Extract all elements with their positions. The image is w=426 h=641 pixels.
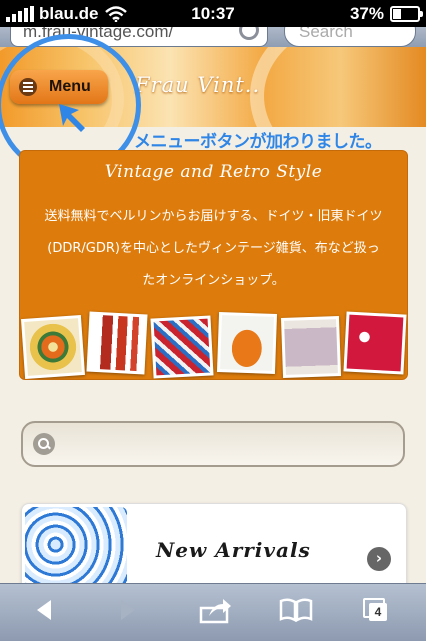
site-search-input[interactable] — [21, 421, 405, 467]
browser-search-field[interactable]: Search — [284, 27, 416, 47]
new-arrivals-title: New Arrivals — [156, 538, 311, 562]
photo-red-flowers[interactable] — [343, 311, 407, 375]
photo-fabric[interactable] — [150, 315, 214, 379]
annotation-arrow-icon — [59, 104, 85, 132]
bookmarks-icon[interactable] — [279, 598, 313, 622]
search-icon — [33, 433, 55, 455]
share-icon[interactable] — [199, 598, 233, 624]
tab-count: 4 — [369, 603, 387, 621]
tabs-icon[interactable]: 4 — [363, 598, 387, 621]
intro-title: Vintage and Retro Style — [104, 162, 323, 182]
intro-line: (DDR/GDR)を中心としたヴィンテージ雑貨、布など扱っ — [47, 241, 380, 256]
intro-line: 送料無料でベルリンからお届けする、ドイツ・旧東ドイツ — [44, 209, 383, 224]
reload-icon[interactable] — [239, 27, 259, 40]
battery-icon — [390, 6, 423, 22]
status-bar: blau.de 10:37 37% — [0, 0, 426, 27]
intro-description: 送料無料でベルリンからお届けする、ドイツ・旧東ドイツ (DDR/GDR)を中心と… — [20, 201, 407, 297]
intro-line: たオンラインショップ。 — [142, 273, 285, 288]
photo-dress[interactable] — [280, 316, 342, 378]
forward-icon[interactable] — [117, 598, 139, 622]
photo-strip — [20, 311, 407, 379]
photo-orange-jar[interactable] — [216, 312, 278, 374]
photo-flower-plate[interactable] — [20, 314, 86, 379]
intro-card: Vintage and Retro Style 送料無料でベルリンからお届けする… — [19, 150, 408, 380]
search-placeholder: Search — [299, 27, 353, 41]
photo-matryoshka[interactable] — [86, 311, 148, 375]
browser-toolbar: 4 — [0, 583, 426, 641]
battery-percent: 37% — [349, 4, 384, 23]
annotation-text: メニューボタンが加わりました。 — [134, 132, 382, 152]
site-logo[interactable]: Frau Vint.. — [135, 73, 260, 97]
chevron-right-icon[interactable]: › — [367, 547, 391, 571]
banner-pattern — [250, 47, 426, 127]
status-right: 37% — [349, 4, 423, 24]
back-icon[interactable] — [33, 598, 55, 622]
